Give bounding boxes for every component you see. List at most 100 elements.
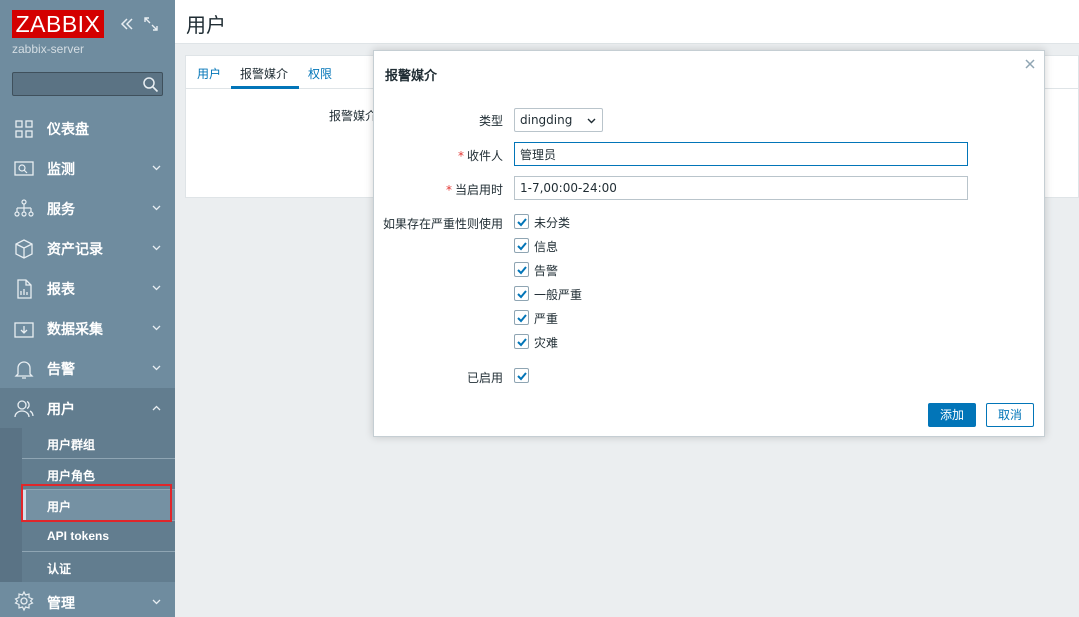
submenu-label: 用户群组: [47, 438, 96, 452]
server-name: zabbix-server: [12, 42, 85, 56]
submenu-item-user-groups[interactable]: 用户群组: [22, 428, 175, 459]
nav-label: 管理: [47, 596, 75, 612]
chevron-down-icon: [152, 245, 161, 251]
active-tab-indicator: [231, 86, 299, 89]
checkbox[interactable]: [514, 214, 529, 229]
nav-label: 数据采集: [47, 322, 103, 338]
severity-label: 如果存在严重性则使用: [382, 217, 503, 231]
page-title: 用户: [186, 13, 226, 37]
checkbox-label: 未分类: [534, 216, 571, 230]
sendto-label-text: 收件人: [466, 149, 503, 163]
period-input[interactable]: [514, 176, 968, 200]
severity-information[interactable]: 信息: [514, 237, 714, 255]
type-select[interactable]: dingding: [514, 108, 603, 132]
check-icon: [517, 372, 527, 381]
submenu-item-api-tokens[interactable]: API tokens: [22, 521, 175, 552]
kiosk-mode-icon[interactable]: [143, 16, 159, 32]
type-select-value: dingding: [520, 113, 573, 127]
sendto-input[interactable]: [514, 142, 968, 166]
monitoring-icon: [14, 161, 34, 176]
chevron-down-icon: [152, 165, 161, 171]
highlight-box: [21, 484, 172, 522]
period-label-text: 当启用时: [454, 183, 503, 197]
users-icon: [14, 400, 34, 418]
nav-label: 仪表盘: [47, 122, 89, 138]
nav-item-data-collection[interactable]: 数据采集: [0, 308, 175, 348]
check-icon: [517, 266, 527, 275]
nav-item-alerts[interactable]: 告警: [0, 348, 175, 388]
nav-label: 报表: [47, 282, 75, 298]
check-icon: [517, 338, 527, 347]
check-icon: [517, 290, 527, 299]
enabled-row[interactable]: [514, 367, 714, 385]
checkbox[interactable]: [514, 310, 529, 325]
severity-average[interactable]: 一般严重: [514, 285, 714, 303]
reports-icon: [17, 279, 32, 299]
submenu-item-authentication[interactable]: 认证: [22, 552, 175, 583]
submenu-label: 用户角色: [47, 469, 96, 483]
submenu-label: API tokens: [47, 529, 110, 543]
close-icon[interactable]: [1023, 57, 1037, 71]
severity-disaster[interactable]: 灾难: [514, 333, 714, 351]
submenu-strip: [0, 428, 22, 582]
nav-label: 告警: [47, 362, 75, 378]
bell-icon: [14, 361, 34, 379]
period-label: * 当启用时: [446, 181, 503, 198]
dashboard-icon: [15, 120, 33, 138]
nav-item-monitoring[interactable]: 监测: [0, 148, 175, 188]
nav-label: 用户: [47, 402, 75, 418]
checkbox-label: 灾难: [534, 336, 559, 350]
type-label: 类型: [478, 114, 503, 128]
media-field-label: 报警媒介: [329, 109, 378, 123]
zabbix-logo[interactable]: ZABBIX: [12, 10, 104, 38]
sendto-label: * 收件人: [458, 147, 503, 164]
chevron-down-icon: [152, 365, 161, 371]
checkbox-label: 信息: [534, 240, 559, 254]
chevron-down-icon: [587, 118, 596, 124]
tab-media[interactable]: 报警媒介: [240, 65, 288, 82]
chevron-down-icon: [152, 285, 161, 291]
cancel-button[interactable]: 取消: [986, 403, 1034, 427]
severity-high[interactable]: 严重: [514, 309, 714, 327]
checkbox[interactable]: [514, 334, 529, 349]
search-box: [12, 72, 163, 96]
required-marker: *: [457, 149, 464, 163]
nav-item-inventory[interactable]: 资产记录: [0, 228, 175, 268]
tab-permissions[interactable]: 权限: [308, 65, 332, 82]
chevron-down-icon: [152, 325, 161, 331]
chevron-up-icon: [152, 405, 161, 411]
inventory-icon: [15, 239, 33, 259]
enabled-checkbox[interactable]: [514, 368, 529, 383]
media-dialog: 报警媒介 类型 dingding *收件人 *当启用时 如果存在严重性则使用 未…: [373, 50, 1045, 437]
chevron-down-icon: [152, 205, 161, 211]
checkbox[interactable]: [514, 238, 529, 253]
nav-label: 监测: [47, 162, 75, 178]
checkbox-label: 一般严重: [534, 288, 583, 302]
chevron-down-icon: [152, 599, 161, 605]
data-collection-icon: [14, 322, 34, 338]
nav-item-users[interactable]: 用户: [0, 388, 175, 428]
nav-item-reports[interactable]: 报表: [0, 268, 175, 308]
add-button[interactable]: 添加: [928, 403, 976, 427]
checkbox-label: 告警: [534, 264, 559, 278]
checkbox[interactable]: [514, 286, 529, 301]
severity-warning[interactable]: 告警: [514, 261, 714, 279]
gear-icon: [14, 590, 34, 612]
check-icon: [517, 314, 527, 323]
severity-not-classified[interactable]: 未分类: [514, 213, 714, 231]
search-input[interactable]: [13, 73, 137, 95]
nav-label: 资产记录: [47, 242, 103, 258]
checkbox[interactable]: [514, 262, 529, 277]
nav-item-dashboard[interactable]: 仪表盘: [0, 108, 175, 148]
page-header: 用户: [175, 0, 1079, 44]
search-icon[interactable]: [142, 76, 159, 93]
nav-item-administration[interactable]: 管理: [0, 582, 175, 617]
nav-item-services[interactable]: 服务: [0, 188, 175, 228]
enabled-label: 已启用: [466, 371, 503, 385]
dialog-title: 报警媒介: [385, 69, 438, 84]
tab-user[interactable]: 用户: [197, 65, 221, 82]
required-marker: *: [445, 183, 452, 197]
collapse-sidebar-icon[interactable]: [119, 16, 135, 32]
services-icon: [14, 199, 34, 217]
submenu-label: 认证: [47, 562, 72, 576]
